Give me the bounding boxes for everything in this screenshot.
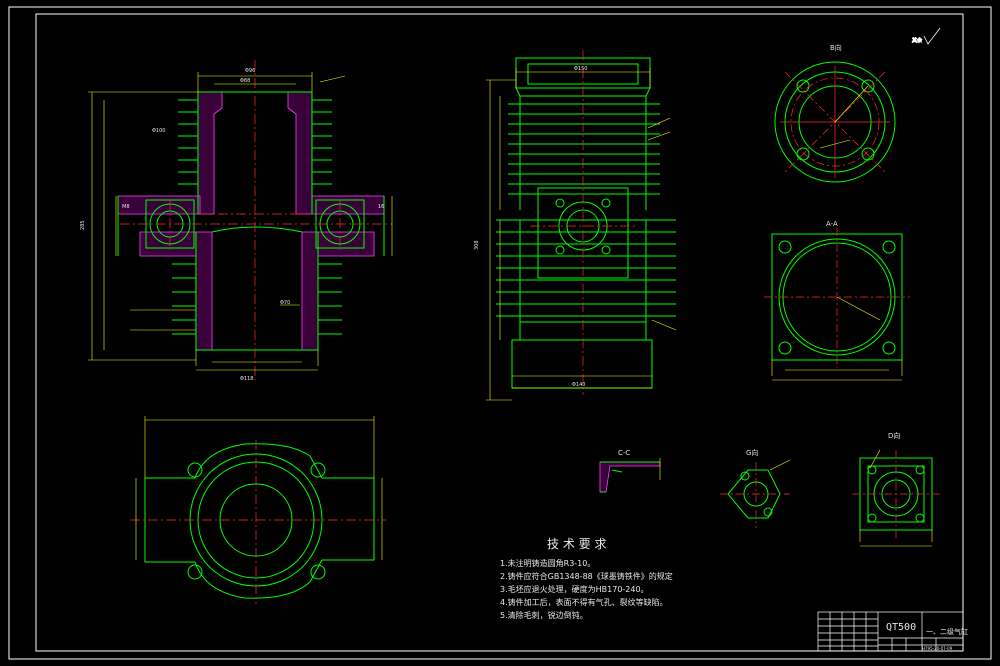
- tech-requirement-item: 4.铸件加工后，表面不得有气孔、裂纹等缺陷。: [500, 597, 668, 607]
- drawing-number-label: H795-20-07-09: [922, 646, 953, 651]
- svg-text:Φ100: Φ100: [152, 128, 165, 134]
- section-cc-title: C-C: [618, 449, 630, 457]
- material-label: QT500: [886, 622, 916, 633]
- d-view-title: D向: [888, 431, 900, 440]
- part-name-label: 一、二级气缸: [926, 627, 968, 636]
- svg-text:Φ70: Φ70: [280, 300, 290, 306]
- svg-text:其余: 其余: [912, 37, 922, 44]
- svg-text:Φ96: Φ96: [245, 68, 255, 74]
- svg-text:Φ140: Φ140: [572, 382, 585, 388]
- tech-requirements-title: 技 术 要 求: [547, 537, 606, 551]
- svg-text:Φ150: Φ150: [574, 66, 587, 72]
- b-view-title: B向: [830, 43, 842, 52]
- svg-text:Φ118: Φ118: [240, 376, 253, 382]
- tech-requirement-item: 1.未注明铸造圆角R3-10。: [500, 558, 595, 568]
- svg-text:16: 16: [378, 204, 384, 210]
- tech-requirement-item: 3.毛坯应退火处理，硬度为HB170-240。: [500, 584, 649, 594]
- svg-text:308: 308: [474, 240, 480, 250]
- g-view-title: G向: [746, 448, 758, 457]
- tech-requirement-item: 5.清除毛刺，锐边倒钝。: [500, 610, 588, 620]
- svg-text:Φ88: Φ88: [240, 78, 250, 84]
- section-aa-title: A-A: [826, 220, 838, 228]
- svg-text:285: 285: [80, 220, 86, 230]
- cad-drawing-canvas: 其余 Φ96 Φ88 285 Φ118 Φ70 Φ100 M8 16 Φ150 …: [0, 0, 1000, 666]
- svg-text:M8: M8: [122, 204, 130, 210]
- tech-requirement-item: 2.铸件应符合GB1348-88《球墨铸铁件》的规定: [500, 571, 673, 581]
